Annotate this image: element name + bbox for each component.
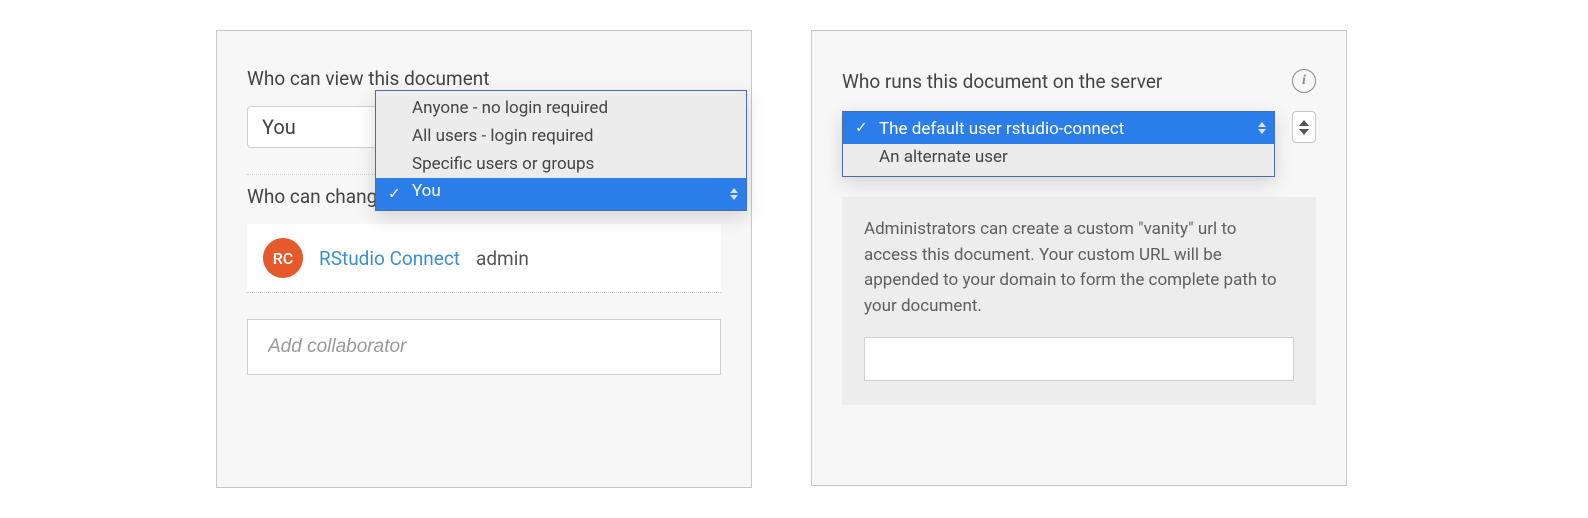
runas-dropdown[interactable]: The default user rstudio-connect An alte… xyxy=(842,111,1275,177)
who-can-view-dropdown[interactable]: Anyone - no login required All users - l… xyxy=(375,90,747,211)
view-option-you[interactable]: You xyxy=(376,178,746,210)
owner-avatar: RC xyxy=(263,238,303,278)
owner-role: admin xyxy=(476,247,529,270)
select-arrows-icon xyxy=(1258,119,1268,137)
access-panel: Who can view this document You Anyone - … xyxy=(216,30,752,488)
owner-row: RC RStudio Connect admin xyxy=(247,224,721,293)
who-can-view-select[interactable]: You xyxy=(247,106,395,148)
runas-option-default[interactable]: The default user rstudio-connect xyxy=(843,112,1274,144)
select-arrows-icon xyxy=(730,185,740,203)
runas-title: Who runs this document on the server xyxy=(842,70,1162,93)
view-option-specific[interactable]: Specific users or groups xyxy=(376,151,746,179)
vanity-url-help: Administrators can create a custom "vani… xyxy=(864,217,1294,319)
info-icon[interactable]: i xyxy=(1292,69,1316,93)
runas-panel: Who runs this document on the server i T… xyxy=(811,30,1347,486)
add-collaborator-input[interactable] xyxy=(266,335,702,359)
vanity-url-section: Administrators can create a custom "vani… xyxy=(842,197,1316,405)
vanity-url-input[interactable] xyxy=(864,337,1294,381)
chevron-up-icon xyxy=(1299,120,1309,126)
view-option-all-users[interactable]: All users - login required xyxy=(376,123,746,151)
runas-option-default-label: The default user rstudio-connect xyxy=(879,119,1124,139)
runas-stepper[interactable] xyxy=(1292,111,1316,143)
runas-option-alternate[interactable]: An alternate user xyxy=(843,144,1274,176)
view-option-you-label: You xyxy=(412,181,441,201)
owner-name[interactable]: RStudio Connect xyxy=(319,247,460,270)
who-can-view-title: Who can view this document xyxy=(247,67,721,90)
view-option-anyone[interactable]: Anyone - no login required xyxy=(376,91,746,123)
chevron-down-icon xyxy=(1299,129,1309,135)
add-collaborator-field[interactable] xyxy=(247,319,721,375)
